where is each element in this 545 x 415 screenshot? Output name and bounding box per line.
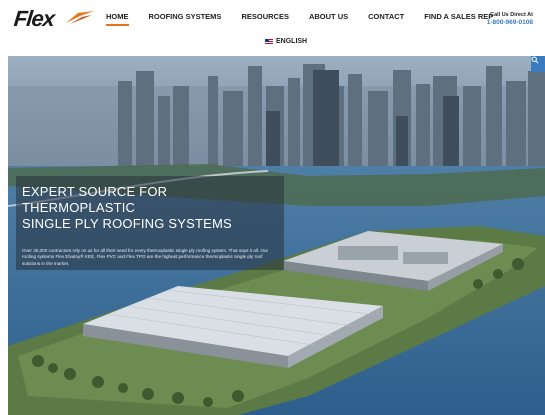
us-flag-icon xyxy=(265,39,273,44)
hero-headline: EXPERT SOURCE FOR THERMOPLASTIC SINGLE P… xyxy=(22,184,232,232)
nav-item-about-us[interactable]: ABOUT US xyxy=(309,12,348,28)
hero-headline-line-2: THERMOPLASTIC xyxy=(22,200,136,215)
nav-item-find-sales-rep[interactable]: FIND A SALES REP xyxy=(424,12,493,28)
search-button[interactable] xyxy=(531,56,545,72)
hero-banner: EXPERT SOURCE FOR THERMOPLASTIC SINGLE P… xyxy=(8,56,545,415)
nav-item-roofing-systems[interactable]: ROOFING SYSTEMS xyxy=(149,12,222,28)
hero-headline-line-1: EXPERT SOURCE FOR xyxy=(22,184,168,199)
nav-item-home[interactable]: HOME xyxy=(106,12,129,28)
hero-headline-line-3: SINGLE PLY ROOFING SYSTEMS xyxy=(22,216,232,231)
main-nav: HOME ROOFING SYSTEMS RESOURCES ABOUT US … xyxy=(106,12,513,28)
phone-link[interactable]: 1-800-969-0108 xyxy=(487,19,533,26)
call-label: Call Us Direct At xyxy=(490,12,533,18)
site-header: Flex HOME ROOFING SYSTEMS RESOURCES ABOU… xyxy=(0,0,545,56)
logo-wordmark: Flex xyxy=(12,6,56,31)
nav-item-resources[interactable]: RESOURCES xyxy=(241,12,289,28)
nav-item-contact[interactable]: CONTACT xyxy=(368,12,404,28)
language-label: ENGLISH xyxy=(276,38,308,45)
language-selector[interactable]: ENGLISH xyxy=(265,38,307,45)
logo-swoosh-icon xyxy=(66,11,94,24)
search-icon xyxy=(531,56,539,64)
hero-subtext: Over 30,000 contractors rely on us for a… xyxy=(22,248,269,266)
flex-logo[interactable]: Flex xyxy=(12,6,94,31)
